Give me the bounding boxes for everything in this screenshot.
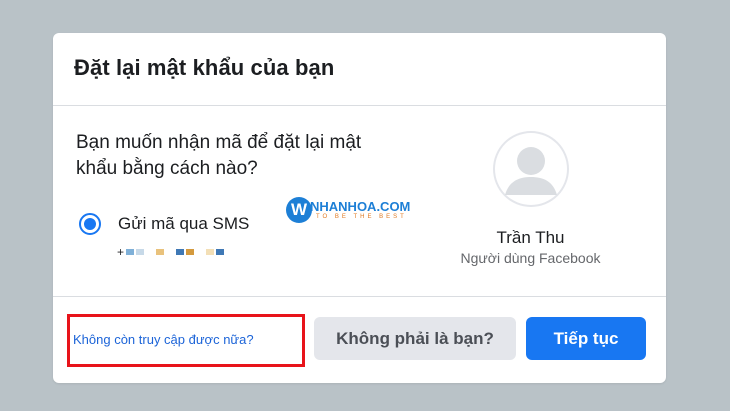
watermark-letter: W [286, 197, 312, 223]
phone-prefix: + [117, 245, 125, 259]
reset-password-dialog: Đặt lại mật khẩu của bạn Bạn muốn nhận m… [53, 33, 666, 383]
watermark-brand: NHANHOA.COM [310, 199, 411, 214]
watermark-tagline: TO BE THE BEST [316, 214, 407, 220]
continue-button[interactable]: Tiếp tục [526, 317, 646, 360]
default-user-icon [495, 133, 567, 205]
user-type: Người dùng Facebook [460, 250, 601, 266]
user-name: Trần Thu [496, 228, 565, 247]
reset-method-question: Bạn muốn nhận mã để đặt lại mật khẩu bằn… [76, 132, 362, 179]
footer-divider [53, 296, 666, 297]
sms-option-label[interactable]: Gửi mã qua SMS [118, 214, 249, 234]
dialog-title: Đặt lại mật khẩu của bạn [74, 55, 335, 80]
no-access-link[interactable]: Không còn truy cập được nữa? [73, 332, 254, 347]
masked-phone-number: + [117, 245, 226, 259]
not-you-button[interactable]: Không phải là bạn? [314, 317, 516, 360]
user-avatar [493, 131, 569, 207]
header-divider [53, 105, 666, 106]
sms-radio-button[interactable] [79, 213, 101, 235]
